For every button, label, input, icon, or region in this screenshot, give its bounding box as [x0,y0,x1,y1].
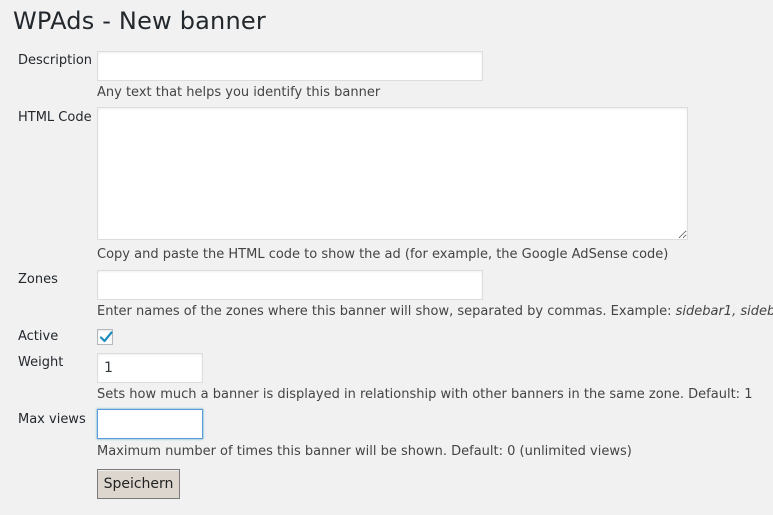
checkmark-icon [99,331,113,343]
max-views-input[interactable] [97,409,203,439]
page-title: WPAds - New banner [13,7,266,35]
description-input[interactable] [97,51,483,81]
html-code-label: HTML Code [18,110,92,125]
max-views-label: Max views [18,412,86,427]
zones-input[interactable] [97,270,483,300]
save-button[interactable]: Speichern [97,469,180,499]
max-views-help: Maximum number of times this banner will… [97,444,632,459]
zones-help: Enter names of the zones where this bann… [97,304,773,319]
active-label: Active [18,329,59,344]
weight-label: Weight [18,355,64,370]
zones-help-example: sidebar1, sidebar2 [675,304,773,319]
description-label: Description [18,53,93,68]
zones-help-text: Enter names of the zones where this bann… [97,304,676,319]
active-checkbox[interactable] [97,329,113,345]
weight-help: Sets how much a banner is displayed in r… [97,387,753,402]
html-code-help: Copy and paste the HTML code to show the… [97,247,669,262]
weight-input[interactable] [97,353,203,383]
html-code-textarea[interactable] [97,107,688,240]
new-banner-page: WPAds - New banner Description Any text … [0,0,773,515]
description-help: Any text that helps you identify this ba… [97,85,381,100]
zones-label: Zones [18,272,58,287]
